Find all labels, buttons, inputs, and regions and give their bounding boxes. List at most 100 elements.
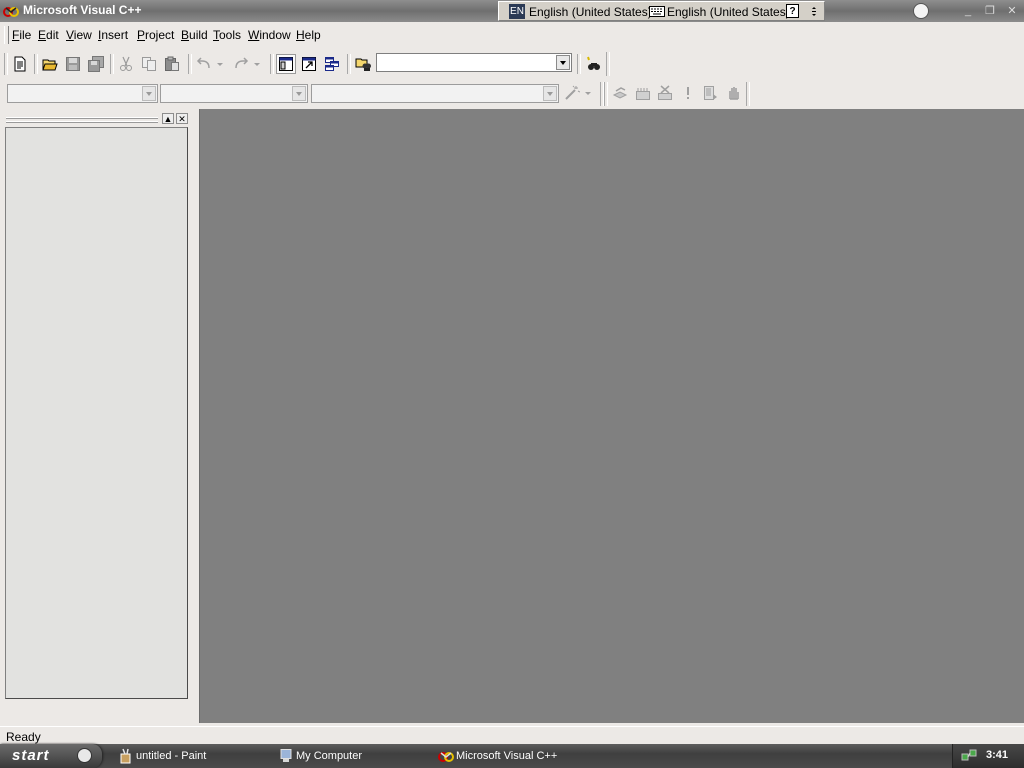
filter-combo[interactable] xyxy=(160,84,308,103)
class-combo-dropdown-button[interactable] xyxy=(142,86,156,101)
workspace-close-button[interactable]: ✕ xyxy=(176,113,188,124)
stop-build-button[interactable] xyxy=(655,83,675,103)
menu-file[interactable]: File xyxy=(12,28,31,42)
build-button[interactable] xyxy=(633,83,653,103)
wizard-action-icon xyxy=(565,85,581,100)
taskbar-item-label: Microsoft Visual C++ xyxy=(456,750,558,762)
go-icon xyxy=(704,86,717,100)
language-label[interactable]: English (United States) xyxy=(529,5,652,19)
language-code-badge[interactable]: EN xyxy=(509,4,525,19)
execute-button[interactable] xyxy=(678,83,698,103)
paint-icon xyxy=(120,748,131,764)
toolbar-separator xyxy=(270,54,274,74)
copy-icon xyxy=(142,57,156,71)
save-icon xyxy=(66,57,80,71)
execute-icon xyxy=(687,87,689,99)
members-combo-dropdown-button[interactable] xyxy=(543,86,557,101)
menu-help[interactable]: Help xyxy=(296,28,321,42)
find-combo[interactable] xyxy=(376,53,572,72)
visual-cpp-icon xyxy=(3,7,19,17)
menu-tools[interactable]: Tools xyxy=(213,28,241,42)
minimize-button[interactable]: _ xyxy=(960,4,976,18)
undo-button[interactable] xyxy=(194,54,228,74)
save-all-button[interactable] xyxy=(86,54,106,74)
toolbar-separator xyxy=(347,54,351,74)
workspace-toggle-button[interactable] xyxy=(276,54,296,74)
menu-window[interactable]: Window xyxy=(248,28,291,42)
find-combo-dropdown-button[interactable] xyxy=(556,55,570,70)
redo-button[interactable] xyxy=(231,54,265,74)
start-logo-icon xyxy=(77,748,92,763)
title-bar[interactable]: Microsoft Visual C++ EN English (United … xyxy=(0,0,1024,22)
network-icon[interactable] xyxy=(961,748,977,764)
workspace-icon xyxy=(279,57,293,71)
menu-bar-grip[interactable] xyxy=(4,26,9,44)
menu-edit[interactable]: Edit xyxy=(38,28,59,42)
workspace-pane: ▲ ✕ xyxy=(0,109,197,725)
undo-dropdown-icon[interactable] xyxy=(216,56,224,72)
workspace-grip[interactable] xyxy=(6,117,158,119)
start-button[interactable]: start xyxy=(0,744,102,768)
system-tray: 3:41 xyxy=(952,744,1024,768)
taskbar: start untitled - Paint My Computer Micro… xyxy=(0,744,1024,768)
wizard-action-dropdown-icon[interactable] xyxy=(584,85,592,101)
compile-button[interactable] xyxy=(610,83,630,103)
taskbar-item-my-computer[interactable]: My Computer xyxy=(274,745,424,767)
copy-button[interactable] xyxy=(139,54,159,74)
cut-icon xyxy=(120,56,132,71)
toolbar-end-separator xyxy=(746,82,750,106)
window-list-button[interactable] xyxy=(322,54,342,74)
toolbar-grip[interactable] xyxy=(4,53,8,75)
keyboard-layout-label[interactable]: English (United States) xyxy=(667,5,790,19)
breakpoint-button[interactable] xyxy=(724,83,744,103)
workspace-maximize-button[interactable]: ▲ xyxy=(162,113,174,124)
breakpoint-icon xyxy=(729,87,739,100)
menu-view[interactable]: View xyxy=(66,28,92,42)
wizard-action-button[interactable] xyxy=(562,83,596,103)
members-combo[interactable] xyxy=(311,84,559,103)
toolbar-grip[interactable] xyxy=(604,82,608,106)
window-list-icon xyxy=(325,57,339,71)
keyboard-icon[interactable] xyxy=(649,6,665,17)
language-bar[interactable]: EN English (United States) English (Unit… xyxy=(498,1,825,21)
toolbar-separator xyxy=(577,54,581,74)
workspace-grip[interactable] xyxy=(6,121,158,123)
find-in-files-icon xyxy=(355,58,371,71)
filter-combo-dropdown-button[interactable] xyxy=(292,86,306,101)
find-button[interactable] xyxy=(583,54,603,74)
menu-build[interactable]: Build xyxy=(181,28,208,42)
redo-icon xyxy=(235,57,249,69)
undo-icon xyxy=(196,57,210,69)
close-button[interactable]: ✕ xyxy=(1004,4,1020,18)
menu-insert[interactable]: Insert xyxy=(98,28,128,42)
save-button[interactable] xyxy=(63,54,83,74)
menu-project[interactable]: Project xyxy=(137,28,174,42)
taskbar-item-visual-cpp[interactable]: Microsoft Visual C++ xyxy=(434,745,594,767)
editor-area[interactable] xyxy=(199,109,1024,723)
class-combo[interactable] xyxy=(7,84,158,103)
taskbar-item-paint[interactable]: untitled - Paint xyxy=(114,745,264,767)
cut-button[interactable] xyxy=(116,54,136,74)
window-extra-icon[interactable] xyxy=(913,3,929,19)
new-text-file-button[interactable] xyxy=(10,54,30,74)
toolbar-end-separator xyxy=(606,52,610,76)
open-icon xyxy=(42,59,58,71)
language-bar-options-icon[interactable] xyxy=(809,4,819,19)
open-button[interactable] xyxy=(40,54,60,74)
paste-icon xyxy=(165,56,179,71)
restore-button[interactable]: ❐ xyxy=(982,4,998,18)
new-text-file-icon xyxy=(14,56,26,72)
wizard-toolbar xyxy=(0,80,1024,108)
language-bar-help-icon[interactable]: ? xyxy=(786,4,799,18)
paste-button[interactable] xyxy=(162,54,182,74)
workspace-tree-view[interactable] xyxy=(5,127,188,699)
taskbar-item-label: My Computer xyxy=(296,750,363,762)
go-button[interactable] xyxy=(700,83,720,103)
toolbar-separator xyxy=(188,54,192,74)
output-toggle-button[interactable] xyxy=(299,54,319,74)
redo-dropdown-icon[interactable] xyxy=(253,56,261,72)
status-bar: Ready xyxy=(0,726,1024,745)
find-in-files-button[interactable] xyxy=(353,54,373,74)
stop-build-icon xyxy=(658,85,672,100)
clock[interactable]: 3:41 xyxy=(986,749,1008,761)
